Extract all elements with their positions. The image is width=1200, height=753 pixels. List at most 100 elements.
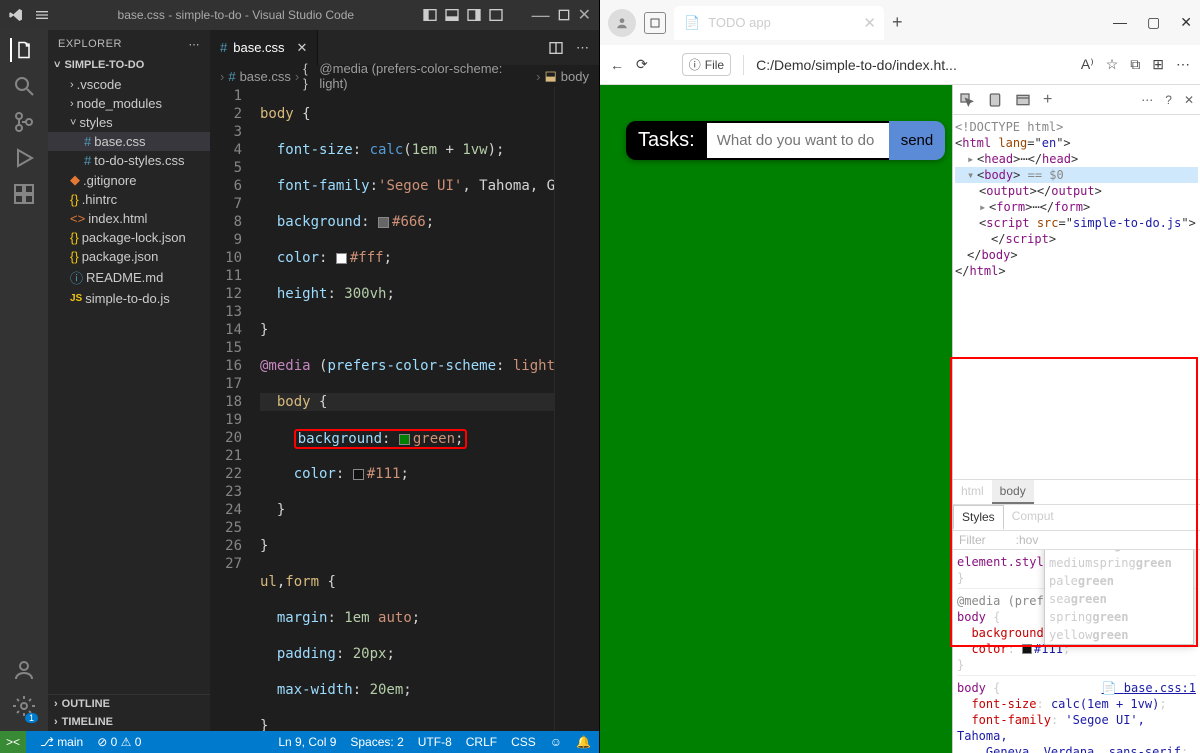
ac-item[interactable]: yellowgreen: [1045, 626, 1193, 644]
file-index-html[interactable]: <> index.html: [48, 209, 210, 228]
refresh-icon[interactable]: ⟳: [636, 56, 648, 73]
maximize-icon[interactable]: ▢: [1147, 14, 1160, 31]
collections-icon[interactable]: ⧉: [1130, 56, 1140, 73]
dom-node[interactable]: <output></output>: [955, 183, 1198, 199]
color-autocomplete[interactable]: greengreenyellowdarkgreendarkolivegreend…: [1044, 550, 1194, 646]
back-icon[interactable]: ←: [610, 57, 624, 73]
dom-node[interactable]: <script src="simple-to-do.js"></script>: [955, 215, 1198, 247]
profile-icon[interactable]: [608, 9, 636, 37]
tab-base-css[interactable]: # base.css ✕: [210, 30, 318, 65]
layout-icon-1[interactable]: [422, 7, 438, 23]
send-button[interactable]: send: [889, 121, 946, 160]
file-readme[interactable]: ⓘ README.md: [48, 266, 210, 289]
timeline-section[interactable]: ›TIMELINE: [48, 713, 210, 731]
ac-item[interactable]: mediumspringgreen: [1045, 554, 1193, 572]
file-todo-styles-css[interactable]: # to-do-styles.css: [48, 151, 210, 170]
bc-body[interactable]: body: [992, 480, 1034, 504]
ac-item[interactable]: palegreen: [1045, 572, 1193, 590]
menu-icon[interactable]: ⋯: [1176, 56, 1190, 73]
file-base-css[interactable]: # base.css: [48, 132, 210, 151]
dom-node[interactable]: <!DOCTYPE html>: [955, 119, 1198, 135]
feedback-icon[interactable]: ☺: [550, 735, 562, 749]
bc-html[interactable]: html: [953, 480, 992, 504]
dom-node[interactable]: </html>: [955, 263, 1198, 279]
favorite-icon[interactable]: ☆: [1106, 56, 1119, 73]
menu-icon[interactable]: [34, 7, 50, 23]
file-gitignore[interactable]: ◆ .gitignore: [48, 170, 210, 190]
encoding[interactable]: UTF-8: [418, 735, 452, 749]
tab-computed[interactable]: Comput: [1004, 505, 1062, 530]
minimize-icon[interactable]: —: [1113, 14, 1127, 31]
extensions-icon[interactable]: [12, 182, 36, 206]
account-icon[interactable]: [12, 658, 36, 682]
layout-icon-2[interactable]: [444, 7, 460, 23]
dom-node[interactable]: ▸<head>⋯</head>: [955, 151, 1198, 167]
indentation[interactable]: Spaces: 2: [350, 735, 403, 749]
panel-icon[interactable]: [1015, 92, 1031, 108]
layout-icon-3[interactable]: [466, 7, 482, 23]
folder-node-modules[interactable]: ›node_modules: [48, 94, 210, 113]
file-simple-to-do-js[interactable]: JS simple-to-do.js: [48, 289, 210, 308]
tasks-input[interactable]: [707, 121, 889, 160]
window-close-icon[interactable]: ✕: [578, 5, 591, 25]
dom-node[interactable]: ▸<form>⋯</form>: [955, 199, 1198, 215]
ac-item[interactable]: springgreen: [1045, 608, 1193, 626]
read-aloud-icon[interactable]: A⁾: [1081, 56, 1094, 73]
tab-close-icon[interactable]: ✕: [863, 14, 876, 32]
errors-warnings[interactable]: ⊘ 0 ⚠ 0: [97, 735, 141, 749]
explorer-icon[interactable]: [10, 38, 34, 62]
devtools-help-icon[interactable]: ?: [1165, 93, 1172, 107]
project-section[interactable]: ˅SIMPLE-TO-DO: [48, 55, 210, 75]
file-package-lock[interactable]: {} package-lock.json: [48, 228, 210, 247]
device-icon[interactable]: [987, 92, 1003, 108]
close-icon[interactable]: ✕: [1180, 14, 1192, 31]
language-mode[interactable]: CSS: [511, 735, 536, 749]
dom-node[interactable]: </body>: [955, 247, 1198, 263]
search-icon[interactable]: [12, 74, 36, 98]
dom-tree[interactable]: <!DOCTYPE html> <html lang="en"> ▸<head>…: [953, 115, 1200, 283]
sync-icon[interactable]: ⊞: [1152, 56, 1164, 73]
url-text[interactable]: C:/Demo/simple-to-do/index.ht...: [756, 57, 1069, 73]
dom-node[interactable]: <html lang="en">: [955, 135, 1198, 151]
hov-toggle[interactable]: :hov: [1016, 533, 1039, 547]
split-editor-icon[interactable]: [548, 40, 564, 56]
file-hintrc[interactable]: {} .hintrc: [48, 190, 210, 209]
more-icon[interactable]: ⋯: [189, 38, 201, 51]
source-link[interactable]: 📄 base.css:1: [1102, 680, 1196, 696]
tab-close-icon[interactable]: ✕: [297, 40, 308, 56]
folder-styles[interactable]: ˅styles: [48, 113, 210, 132]
new-tab-icon[interactable]: +: [892, 12, 903, 33]
site-info[interactable]: ⓘ File: [682, 53, 731, 76]
browser-tab[interactable]: 📄 TODO app ✕: [674, 6, 884, 40]
dom-node-selected[interactable]: ▾<body> == $0: [955, 167, 1198, 183]
styles-pane[interactable]: element.style {} @media (prefer body { b…: [953, 550, 1200, 753]
eol[interactable]: CRLF: [466, 735, 497, 749]
cursor-position[interactable]: Ln 9, Col 9: [278, 735, 336, 749]
devtools-close-icon[interactable]: ✕: [1184, 93, 1194, 107]
page-viewport[interactable]: Tasks: send: [600, 85, 952, 753]
tab-styles[interactable]: Styles: [953, 505, 1004, 530]
debug-icon[interactable]: [12, 146, 36, 170]
inspect-icon[interactable]: [959, 92, 975, 108]
window-maximize-icon[interactable]: [556, 7, 572, 23]
breadcrumb[interactable]: ›# base.css ›{ } @media (prefers-color-s…: [210, 65, 599, 87]
code-content[interactable]: body { font-size: calc(1em + 1vw); font-…: [260, 87, 599, 731]
style-rule[interactable]: body { 📄 base.css:1 font-size: calc(1em …: [957, 680, 1196, 753]
branch-status[interactable]: ⎇ main: [40, 735, 83, 749]
filter-input[interactable]: Filter: [959, 533, 986, 547]
window-minimize-icon[interactable]: —: [532, 5, 550, 26]
scm-icon[interactable]: [12, 110, 36, 134]
file-package-json[interactable]: {} package.json: [48, 247, 210, 266]
devtools-more-icon[interactable]: ⋯: [1141, 93, 1153, 107]
bell-icon[interactable]: 🔔: [576, 735, 591, 749]
tab-more-icon[interactable]: ⋯: [576, 40, 589, 56]
outline-section[interactable]: ›OUTLINE: [48, 695, 210, 713]
minimap[interactable]: [554, 87, 599, 731]
tab-actions-icon[interactable]: [644, 12, 666, 34]
remote-indicator[interactable]: ><: [0, 731, 26, 753]
folder-vscode[interactable]: ›.vscode: [48, 75, 210, 94]
layout-icon-4[interactable]: [488, 7, 504, 23]
code-editor[interactable]: 1234567891011121314151617181920212223242…: [210, 87, 599, 731]
ac-item[interactable]: seagreen: [1045, 590, 1193, 608]
new-style-icon[interactable]: +: [1043, 91, 1052, 109]
